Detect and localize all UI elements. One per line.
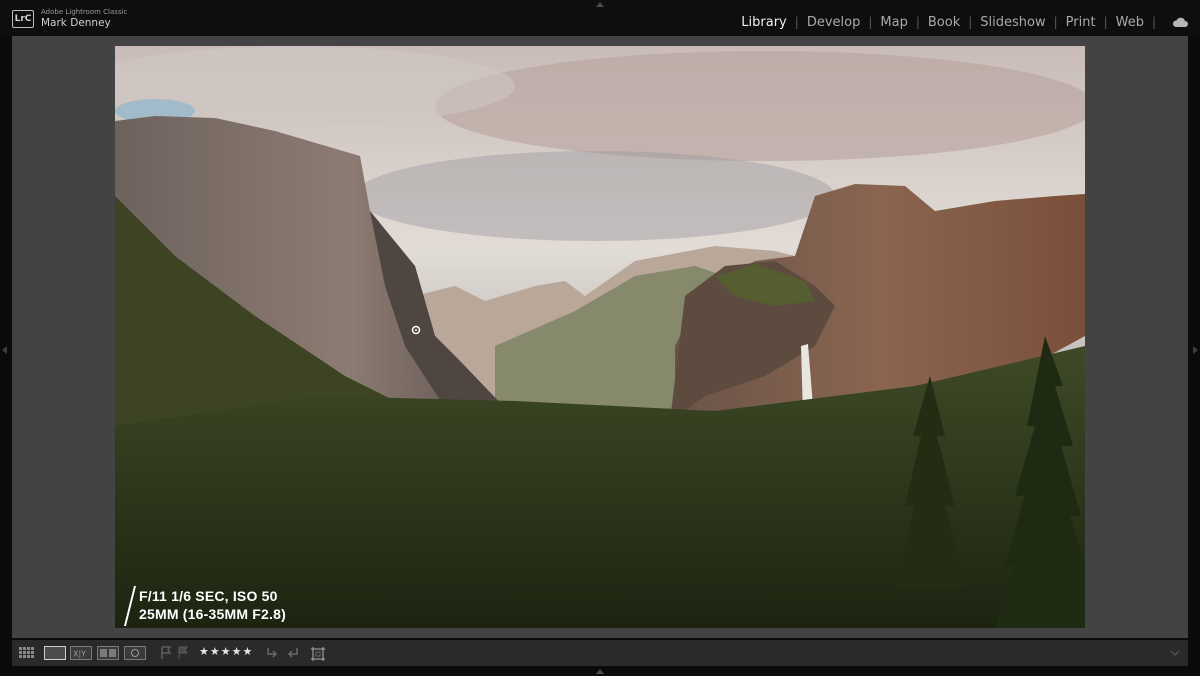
product-name: Adobe Lightroom Classic — [41, 8, 128, 16]
bottom-panel-toggle-icon[interactable] — [596, 669, 604, 674]
cloud-sync-icon[interactable] — [1172, 17, 1188, 27]
loupe-view-icon[interactable] — [44, 646, 66, 660]
identity-plate: Adobe Lightroom Classic Mark Denney — [41, 9, 127, 29]
people-view-icon[interactable] — [124, 646, 146, 660]
star-rating[interactable]: ★★★★★ — [199, 645, 253, 658]
compare-view-icon[interactable]: X|Y — [70, 646, 92, 660]
module-separator: | — [868, 15, 873, 29]
loupe-photo[interactable]: F/11 1/6 SEC, ISO 50 25MM (16-35MM F2.8) — [115, 46, 1085, 628]
module-separator: | — [915, 15, 920, 29]
module-library[interactable]: Library — [741, 15, 786, 30]
loupe-canvas: F/11 1/6 SEC, ISO 50 25MM (16-35MM F2.8) — [12, 36, 1188, 638]
rotate-left-icon[interactable] — [265, 646, 279, 660]
reject-flag-icon[interactable] — [177, 646, 189, 660]
crop-overlay-icon[interactable] — [310, 646, 326, 662]
module-picker: Library | Develop | Map | Book | Slidesh… — [741, 13, 1188, 31]
module-separator: | — [1151, 15, 1156, 29]
svg-text:X|Y: X|Y — [73, 650, 86, 659]
module-separator: | — [1053, 15, 1058, 29]
toolbar-menu-icon[interactable] — [1170, 649, 1180, 657]
module-separator: | — [1103, 15, 1108, 29]
survey-view-icon[interactable] — [97, 646, 119, 660]
flag-icon[interactable] — [160, 646, 172, 660]
exif-line-1: F/11 1/6 SEC, ISO 50 — [139, 588, 278, 604]
module-map[interactable]: Map — [880, 15, 907, 30]
top-panel-toggle-icon[interactable] — [596, 2, 604, 7]
left-panel-toggle-icon[interactable] — [2, 346, 7, 354]
rotate-right-icon[interactable] — [286, 646, 300, 660]
user-name: Mark Denney — [41, 17, 111, 29]
exif-line-2: 25MM (16-35MM F2.8) — [139, 606, 286, 622]
module-slideshow[interactable]: Slideshow — [980, 15, 1045, 30]
module-print[interactable]: Print — [1066, 15, 1096, 30]
module-develop[interactable]: Develop — [807, 15, 861, 30]
library-toolbar: X|Y ★★★★★ — [12, 640, 1188, 666]
yosemite-landscape-image — [115, 46, 1085, 628]
module-separator: | — [794, 15, 799, 29]
module-separator: | — [968, 15, 973, 29]
grid-view-icon[interactable] — [18, 646, 38, 660]
lrc-logo: LrC — [12, 10, 34, 28]
module-book[interactable]: Book — [928, 15, 960, 30]
right-panel-toggle-icon[interactable] — [1193, 346, 1198, 354]
module-web[interactable]: Web — [1116, 15, 1144, 30]
